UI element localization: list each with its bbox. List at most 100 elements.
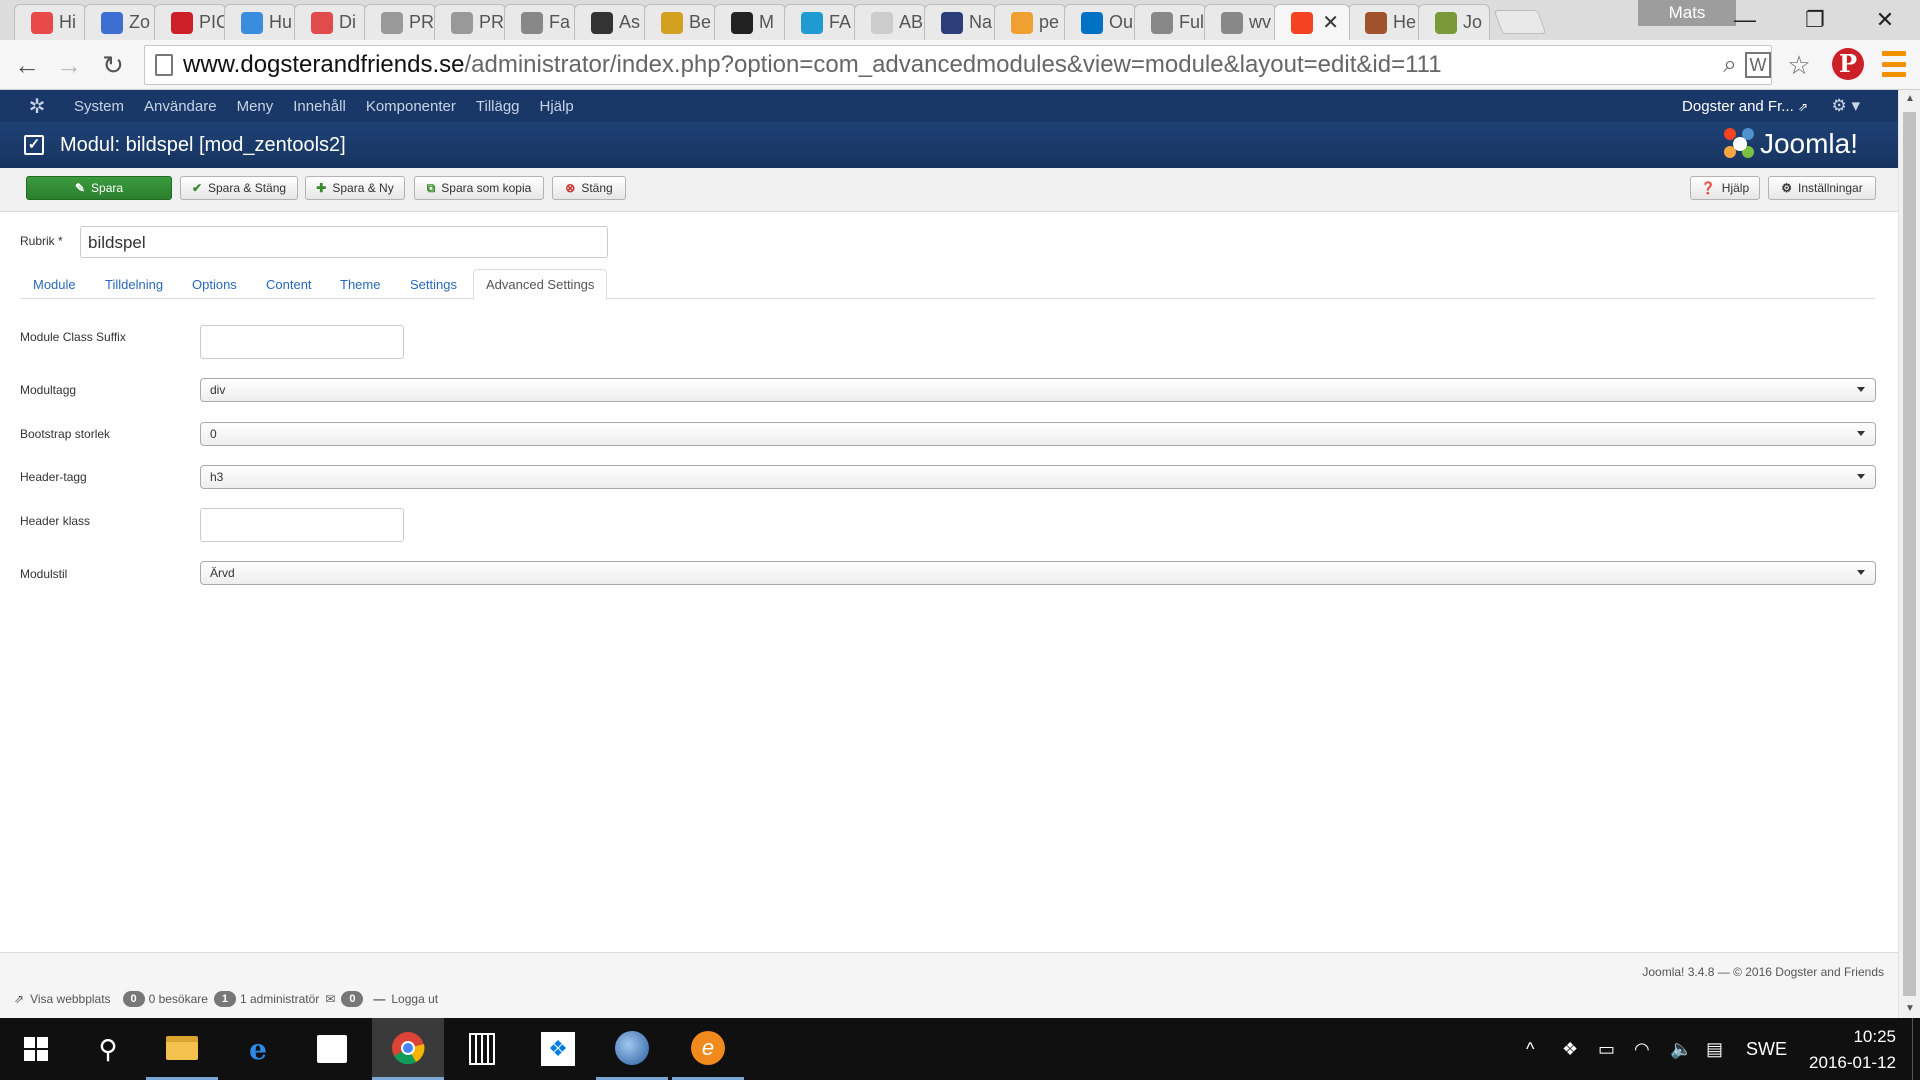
- close-button[interactable]: ⊗ Stäng: [552, 176, 626, 200]
- page-icon: [521, 11, 543, 34]
- tray-chevron-icon[interactable]: ^: [1526, 1018, 1534, 1080]
- browser-tab[interactable]: FA: [784, 4, 856, 40]
- app-orange-icon[interactable]: e: [672, 1018, 744, 1080]
- browser-tab[interactable]: Hi: [14, 4, 86, 40]
- search-icon[interactable]: ⌕: [1715, 50, 1745, 80]
- be-icon: [661, 11, 683, 34]
- logout-link[interactable]: — Logga ut: [373, 992, 438, 1006]
- header-class-input[interactable]: [200, 508, 404, 542]
- user-menu-gear-icon[interactable]: ⚙ ▾: [1832, 96, 1861, 116]
- browser-tab[interactable]: Zo: [84, 4, 156, 40]
- reload-icon[interactable]: ↻: [96, 48, 130, 82]
- tab-content[interactable]: Content: [266, 269, 312, 299]
- plus-icon: ✚: [316, 181, 327, 195]
- browser-menu-icon[interactable]: [1882, 51, 1906, 77]
- logout-label: Logga ut: [391, 992, 439, 1006]
- browser-tab[interactable]: wv: [1204, 4, 1276, 40]
- browser-tab[interactable]: Hu: [224, 4, 296, 40]
- restore-icon[interactable]: ❐: [1780, 0, 1850, 40]
- browser-tab[interactable]: Na: [924, 4, 996, 40]
- search-icon[interactable]: ⚲: [72, 1018, 144, 1080]
- browser-tab[interactable]: Be: [644, 4, 716, 40]
- close-button-label: Stäng: [581, 181, 613, 195]
- help-button[interactable]: ❓ Hjälp: [1690, 176, 1760, 200]
- wifi-icon[interactable]: ◠: [1634, 1018, 1650, 1080]
- forward-icon[interactable]: →: [52, 48, 86, 82]
- save-button[interactable]: ✎ Spara: [26, 176, 172, 200]
- store-icon[interactable]: [296, 1018, 368, 1080]
- joomla-logo-icon[interactable]: ✲: [22, 94, 52, 119]
- close-window-icon[interactable]: ✕: [1850, 0, 1920, 40]
- edge-icon[interactable]: e: [222, 1018, 294, 1080]
- browser-tab[interactable]: PR: [364, 4, 436, 40]
- save-button-label: Spara: [91, 181, 124, 195]
- thunderbird-icon[interactable]: [596, 1018, 668, 1080]
- show-desktop-button[interactable]: [1912, 1018, 1920, 1080]
- save-new-button[interactable]: ✚ Spara & Ny: [305, 176, 405, 200]
- start-windows-icon[interactable]: [0, 1018, 72, 1080]
- scrollbar-thumb[interactable]: [1903, 112, 1916, 996]
- messages-status[interactable]: ✉ 0: [325, 991, 367, 1007]
- view-site-link[interactable]: ⇗ Visa webbplats: [14, 992, 111, 1006]
- browser-tab[interactable]: He: [1348, 4, 1420, 40]
- browser-tab[interactable]: Jo: [1418, 4, 1490, 40]
- browser-tab[interactable]: Ou: [1064, 4, 1136, 40]
- address-bar[interactable]: www.dogsterandfriends.se/administrator/i…: [144, 45, 1772, 85]
- tab-options[interactable]: Options: [192, 269, 237, 299]
- scroll-down-icon[interactable]: ▼: [1899, 1000, 1920, 1018]
- tab-close-icon[interactable]: ✕: [1322, 10, 1339, 35]
- tab-advanced-settings[interactable]: Advanced Settings: [473, 269, 608, 300]
- file-explorer-icon[interactable]: [146, 1018, 218, 1080]
- browser-toolbar: ← → ↻ www.dogsterandfriends.se/administr…: [0, 40, 1920, 90]
- module-tag-select[interactable]: div: [200, 378, 1876, 402]
- browser-tab[interactable]: PIC: [154, 4, 226, 40]
- volume-icon[interactable]: 🔈: [1670, 1018, 1692, 1080]
- back-icon[interactable]: ←: [10, 48, 44, 82]
- browser-tab[interactable]: M: [714, 4, 786, 40]
- browser-tab[interactable]: As: [574, 4, 646, 40]
- language-indicator[interactable]: SWE: [1746, 1018, 1787, 1080]
- browser-tab[interactable]: pe: [994, 4, 1066, 40]
- menu-menus[interactable]: Meny: [227, 98, 284, 115]
- browser-tab[interactable]: PR: [434, 4, 506, 40]
- pinterest-icon[interactable]: P: [1832, 48, 1864, 80]
- site-link[interactable]: Dogster and Fr... ⇗: [1682, 98, 1808, 115]
- menu-users[interactable]: Användare: [134, 98, 227, 115]
- bootstrap-size-select[interactable]: 0: [200, 422, 1876, 446]
- module-style-select[interactable]: Ärvd: [200, 561, 1876, 585]
- browser-tab[interactable]: AB: [854, 4, 926, 40]
- dropbox-icon[interactable]: ❖: [522, 1018, 594, 1080]
- browser-tab[interactable]: Fa: [504, 4, 576, 40]
- pinterest-icon: [171, 11, 193, 34]
- new-tab-button[interactable]: [1493, 10, 1547, 34]
- menu-components[interactable]: Komponenter: [356, 98, 466, 115]
- browser-tab[interactable]: Di: [294, 4, 366, 40]
- options-button[interactable]: ⚙ Inställningar: [1768, 176, 1876, 200]
- scroll-up-icon[interactable]: ▲: [1899, 90, 1920, 108]
- dropbox-tray-icon[interactable]: ❖: [1562, 1018, 1578, 1080]
- clock[interactable]: 10:25 2016-01-12: [1809, 1024, 1896, 1076]
- menu-help[interactable]: Hjälp: [530, 98, 584, 115]
- title-input[interactable]: bildspel: [80, 226, 608, 258]
- tab-theme[interactable]: Theme: [340, 269, 380, 299]
- battery-icon[interactable]: ▭: [1598, 1018, 1615, 1080]
- browser-tab[interactable]: ✕: [1274, 4, 1350, 40]
- bookmark-star-icon[interactable]: ☆: [1784, 50, 1814, 80]
- header-tag-select[interactable]: h3: [200, 465, 1876, 489]
- action-center-icon[interactable]: ▤: [1706, 1018, 1723, 1080]
- save-copy-button[interactable]: ⧉ Spara som kopia: [414, 176, 544, 200]
- chrome-icon[interactable]: [372, 1018, 444, 1080]
- menu-system[interactable]: System: [64, 98, 134, 115]
- class-suffix-input[interactable]: [200, 325, 404, 359]
- calculator-icon[interactable]: [446, 1018, 518, 1080]
- browser-tab[interactable]: Ful: [1134, 4, 1206, 40]
- tab-module[interactable]: Module: [33, 269, 76, 299]
- tab-assignment[interactable]: Tilldelning: [105, 269, 163, 299]
- wappalyzer-icon[interactable]: W: [1745, 52, 1771, 78]
- menu-content[interactable]: Innehåll: [283, 98, 356, 115]
- minimize-icon[interactable]: —: [1710, 0, 1780, 40]
- save-close-button[interactable]: ✔ Spara & Stäng: [180, 176, 298, 200]
- tab-settings[interactable]: Settings: [410, 269, 457, 299]
- menu-extensions[interactable]: Tillägg: [466, 98, 530, 115]
- page-scrollbar[interactable]: ▲ ▼: [1898, 90, 1920, 1018]
